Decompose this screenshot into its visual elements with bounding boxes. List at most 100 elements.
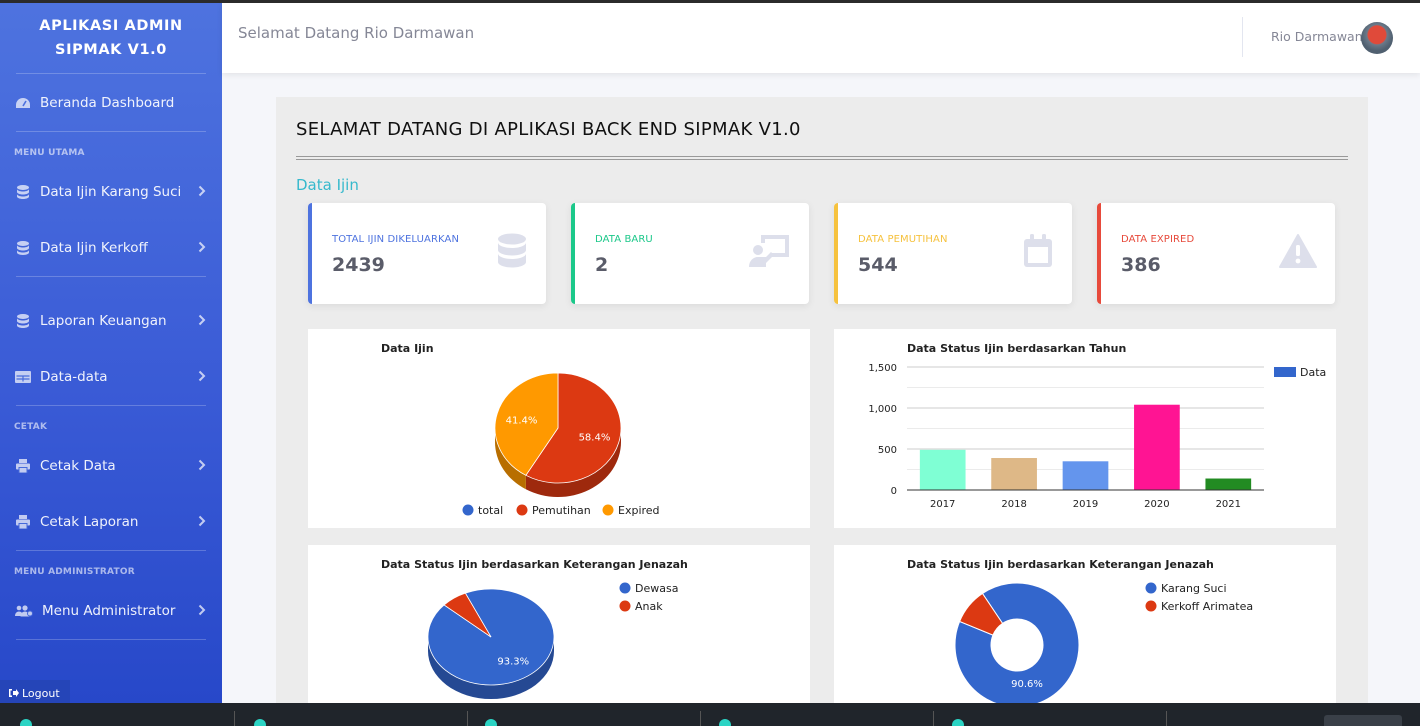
brand-line2: SIPMAK V1.0 [55,42,167,58]
legend-label: Kerkoff Arimatea [1161,600,1253,613]
legend-label: Dewasa [635,582,678,595]
chevron-right-icon [198,185,208,200]
chalkboard-teacher-icon [749,235,789,267]
legend-marker [1274,367,1296,377]
section-heading-main: MENU UTAMA [14,148,85,158]
stat-card-total: TOTAL IJIN DIKELUARKAN 2439 [308,203,546,304]
section-title: Data Ijin [296,176,359,194]
bar [1205,478,1252,490]
taskbar-separator [933,711,934,726]
card-accent [1097,203,1101,304]
taskbar-button[interactable] [1324,715,1402,726]
sidebar-item-label: Beranda Dashboard [40,94,175,111]
sidebar-item-karang-suci[interactable]: Data Ijin Karang Suci [0,164,222,220]
legend-marker [516,504,528,516]
legend-label: Pemutihan [532,504,591,517]
slice-label: 90.6% [1011,679,1043,690]
legend-label: Data [1300,366,1326,379]
chevron-right-icon [198,604,208,619]
legend-label: Anak [635,600,663,613]
page-title: SELAMAT DATANG DI APLIKASI BACK END SIPM… [296,119,801,140]
topbar-divider [1242,17,1243,57]
chart-data-ijin: Data Ijin 58.4% 41.4% total Pemutihan Expire… [308,329,810,528]
sidebar-item-admin[interactable]: Menu Administrator [0,583,222,639]
sidebar-brand[interactable]: APLIKASI ADMIN SIPMAK V1.0 [0,3,222,73]
chart-keterangan-jenazah-1: Data Status Ijin berdasarkan Keterangan … [308,545,810,717]
x-tick-label: 2019 [1073,499,1098,510]
legend-label: Karang Suci [1161,582,1227,595]
taskbar-app-icon[interactable] [719,719,731,726]
taskbar [0,703,1420,726]
logout-label: Logout [22,686,60,700]
stat-card-new: DATA BARU 2 [571,203,809,304]
legend-marker [1145,600,1157,612]
x-tick-label: 2017 [930,499,955,510]
sidebar-item-label: Data Ijin Kerkoff [40,240,148,256]
taskbar-separator [467,711,468,726]
card-accent [571,203,575,304]
slice-label: 58.4% [579,433,611,444]
chevron-right-icon [198,459,208,474]
taskbar-app-icon[interactable] [20,719,32,726]
donut-chart-svg: 90.6% Karang Suci Kerkoff Arimatea [954,582,1253,708]
legend-label: Expired [618,504,660,517]
stat-card-expired: DATA EXPIRED 386 [1097,203,1335,304]
sidebar-item-cetak-data[interactable]: Cetak Data [0,438,222,494]
avatar[interactable] [1361,22,1393,54]
y-tick-label: 0 [891,486,897,497]
sidebar-item-cetak-laporan[interactable]: Cetak Laporan [0,494,222,550]
taskbar-app-icon[interactable] [254,719,266,726]
sidebar-item-dashboard[interactable]: Beranda Dashboard [0,74,222,131]
tachometer-icon [14,95,32,111]
y-tick-label: 1,000 [868,404,897,415]
taskbar-separator [700,711,701,726]
taskbar-separator [1166,711,1167,726]
table-icon [14,369,32,385]
x-tick-label: 2018 [1001,499,1026,510]
warning-icon [1279,234,1317,268]
print-icon [14,458,32,474]
bar [991,458,1037,490]
card-value: 2 [595,254,609,276]
card-label: DATA BARU [595,234,653,245]
legend-marker [619,582,631,594]
card-accent [834,203,838,304]
database-icon [14,313,32,329]
database-icon [14,184,32,200]
sidebar-item-laporan-keuangan[interactable]: Laporan Keuangan [0,293,222,349]
chevron-right-icon [198,314,208,329]
sidebar-item-label: Data-data [40,369,108,385]
chevron-right-icon [198,370,208,385]
pie-chart-svg: 58.4% 41.4% total Pemutihan Expired [462,372,660,517]
card-label: TOTAL IJIN DIKELUARKAN [332,234,460,245]
slice-label: 93.3% [497,656,529,667]
taskbar-app-icon[interactable] [485,719,497,726]
section-heading-print: CETAK [14,422,48,432]
x-tick-label: 2020 [1144,499,1169,510]
legend-marker [462,504,474,516]
y-tick-label: 500 [878,445,897,456]
y-tick-label: 1,500 [868,363,897,374]
print-icon [14,514,32,530]
taskbar-separator [234,711,235,726]
user-name[interactable]: Rio Darmawan [1271,29,1363,44]
chart-keterangan-jenazah-2: Data Status Ijin berdasarkan Keterangan … [834,545,1336,717]
sidebar-item-label: Laporan Keuangan [40,313,167,329]
slice-label: 41.4% [506,415,538,426]
stat-card-pemutihan: DATA PEMUTIHAN 544 [834,203,1072,304]
sidebar-item-label: Menu Administrator [42,603,176,619]
sidebar-divider [16,639,206,640]
chart-status-tahun: Data Status Ijin berdasarkan Tahun 0 500 1… [834,329,1336,528]
database-icon [498,233,526,268]
sidebar-item-data-data[interactable]: Data-data [0,349,222,405]
card-accent [308,203,312,304]
chevron-right-icon [198,515,208,530]
x-tick-label: 2021 [1216,499,1241,510]
bar [1062,461,1109,490]
taskbar-app-icon[interactable] [952,719,964,726]
topbar: Selamat Datang Rio Darmawan Rio Darmawan [222,3,1420,73]
sidebar-item-label: Cetak Laporan [40,514,139,530]
card-value: 544 [858,254,898,276]
sidebar-item-kerkoff[interactable]: Data Ijin Kerkoff [0,220,222,276]
sign-out-icon [9,689,19,697]
